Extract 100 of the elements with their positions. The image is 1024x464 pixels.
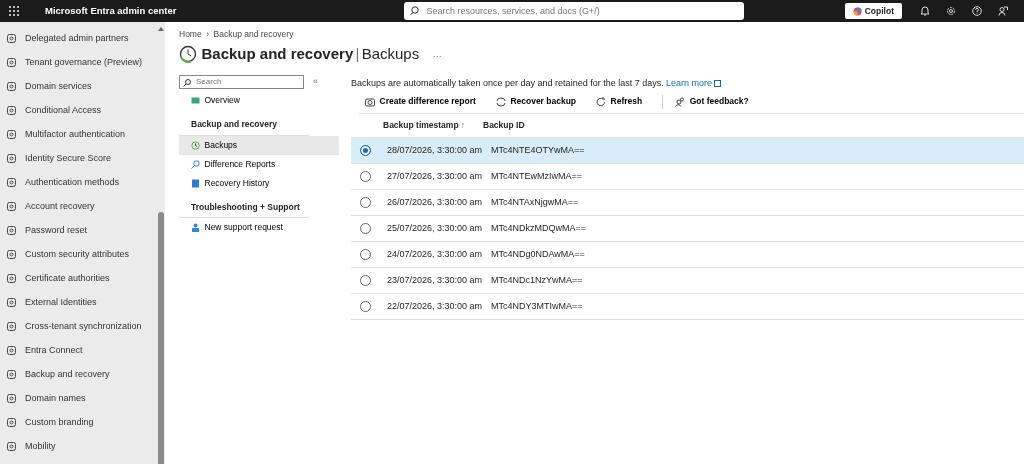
sidebar-item[interactable]: Entra Connect (0, 338, 157, 363)
table-row[interactable]: 24/07/2026, 3:30:00 am MTc4NDg0NDAwMA== (351, 242, 1024, 268)
sidebar-item[interactable]: Backup and recovery (0, 362, 157, 387)
menu-item-icon (7, 202, 16, 211)
sidebar-item[interactable]: Custom security attributes (0, 242, 157, 267)
table-cell-text: 27/07/2026, 3:30:00 am (387, 169, 484, 183)
sidebar-item[interactable]: Domain services (0, 74, 157, 99)
person-icon (191, 223, 200, 233)
table-cell-text: MTc4NDc1NzYwMA== (491, 273, 583, 287)
menu-item-icon (7, 154, 16, 163)
radio-button[interactable] (360, 275, 371, 286)
toolbar-button[interactable]: Refresh (590, 95, 649, 108)
table-cell-text: MTc4NTAxNjgwMA== (491, 195, 579, 209)
table-cell-text: 22/07/2026, 3:30:00 am (387, 299, 484, 313)
menu-link[interactable]: Recovery History (179, 173, 339, 193)
sidebar-item[interactable]: Custom branding (0, 410, 157, 435)
sidebar-item[interactable]: External Identities (0, 290, 157, 315)
table-row[interactable]: 23/07/2026, 3:30:00 am MTc4NDc1NzYwMA== (351, 268, 1024, 294)
sidebar-item[interactable]: Identity Secure Score (0, 146, 157, 171)
app-title: Microsoft Entra admin center (45, 3, 177, 18)
sidebar-item[interactable]: Delegated admin partners (0, 26, 157, 51)
sidebar-item[interactable]: Multifactor authentication (0, 122, 157, 147)
menu-link[interactable]: Overview (179, 90, 339, 110)
sidebar-item[interactable]: Password reset (0, 218, 157, 243)
menu-link[interactable]: New support request (179, 218, 339, 238)
menu-link[interactable]: Backups (179, 135, 339, 155)
menu-item-icon (7, 178, 16, 187)
table-cell-text: MTc4NDg0NDAwMA== (491, 247, 585, 261)
table-cell-text: MTc4NDY3MTIwMA== (491, 299, 583, 313)
breadcrumb-link[interactable]: Backup and recovery (213, 28, 294, 41)
toolbar-button[interactable]: Recover backup (489, 95, 583, 108)
info-text: Backups are automatically taken once per day and retained for the last 7 days. (351, 76, 664, 90)
table-row[interactable]: 22/07/2026, 3:30:00 am MTc4NDY3MTIwMA== (351, 294, 1024, 320)
help-icon[interactable] (972, 6, 982, 16)
copilot-button[interactable]: Copilot (845, 3, 902, 19)
overview-icon (191, 95, 200, 105)
sort-arrow-icon: ↑ (460, 119, 466, 132)
copilot-icon (853, 6, 863, 16)
sidebar-item[interactable]: Account recovery (0, 194, 157, 219)
cycle-arrows-icon (495, 96, 506, 107)
toolbar-button[interactable]: Got feedback? (669, 95, 755, 108)
sidebar-item[interactable]: Authentication methods (0, 170, 157, 195)
table-row[interactable]: 26/07/2026, 3:30:00 am MTc4NTAxNjgwMA== (351, 190, 1024, 216)
notification-icon[interactable] (920, 6, 930, 16)
scroll-up-icon (157, 25, 165, 32)
table-cell-text: 23/07/2026, 3:30:00 am (387, 273, 484, 287)
camera-icon (365, 96, 375, 107)
page-title: Backup and recovery (201, 44, 354, 64)
menu-item-icon (7, 442, 16, 451)
more-button[interactable]: ··· (432, 50, 442, 64)
table-cell-text: 26/07/2026, 3:30:00 am (387, 195, 484, 209)
table-row[interactable]: 28/07/2026, 3:30:00 am MTc4NTE4OTYwMA== (351, 138, 1024, 164)
learn-more-link[interactable]: Learn more (665, 76, 722, 90)
menu-heading: Backup and recovery (179, 109, 309, 136)
search-field[interactable]: Search (179, 74, 304, 89)
menu-item-icon (7, 250, 16, 259)
scrollbar-thumb[interactable] (158, 211, 164, 464)
collapse-button[interactable]: « (313, 74, 318, 89)
app-launcher-icon (9, 6, 19, 16)
radio-button[interactable] (360, 301, 371, 312)
menu-item-icon (7, 394, 16, 403)
toolbar-button[interactable]: Create difference report (359, 95, 482, 108)
book-icon (191, 178, 200, 188)
radio-button[interactable] (360, 197, 371, 208)
page-subtitle: Backups (361, 44, 420, 64)
menu-item-icon (7, 370, 16, 379)
menu-item-icon (7, 130, 16, 139)
settings-icon[interactable] (946, 6, 956, 16)
menu-item-icon (7, 322, 16, 331)
clock-icon (191, 140, 200, 150)
menu-item-icon (7, 58, 16, 67)
table-cell-text: 25/07/2026, 3:30:00 am (387, 221, 484, 235)
chevron-icon: › (206, 28, 210, 41)
menu-item-icon (7, 346, 16, 355)
table-row[interactable]: 25/07/2026, 3:30:00 am MTc4NDkzMDQwMA== (351, 216, 1024, 242)
menu-item-icon (7, 274, 16, 283)
menu-heading: Troubleshooting + Support (179, 192, 309, 219)
sidebar-item[interactable]: Tenant governance (Preview) (0, 50, 157, 75)
table-row[interactable]: 27/07/2026, 3:30:00 am MTc4NTEwMzIwMA== (351, 164, 1024, 190)
external-link-icon (714, 79, 722, 87)
radio-button[interactable] (360, 145, 371, 156)
table-cell-text: 24/07/2026, 3:30:00 am (387, 247, 484, 261)
sidebar-item[interactable]: Certificate authorities (0, 266, 157, 291)
menu-item-icon (7, 106, 16, 115)
breadcrumb-link[interactable]: Home (179, 28, 202, 41)
radio-button[interactable] (360, 249, 371, 260)
title-divider: | (355, 44, 360, 64)
sidebar-item[interactable]: Cross-tenant synchronization (0, 314, 157, 339)
sidebar-item[interactable]: Domain names (0, 386, 157, 411)
radio-button[interactable] (360, 171, 371, 182)
sidebar-item[interactable]: Mobility (0, 434, 157, 459)
menu-item-icon (7, 82, 16, 91)
search-field[interactable]: Search resources, services, and docs (G+/) (404, 2, 745, 20)
radio-button[interactable] (360, 223, 371, 234)
column-header[interactable]: Backup ID (483, 119, 525, 132)
menu-link[interactable]: Difference Reports (179, 154, 339, 174)
search-icon (191, 159, 200, 169)
table-cell-text: MTc4NDkzMDQwMA== (491, 221, 586, 235)
clock-icon (179, 45, 197, 64)
sidebar-item[interactable]: Conditional Access (0, 98, 157, 123)
